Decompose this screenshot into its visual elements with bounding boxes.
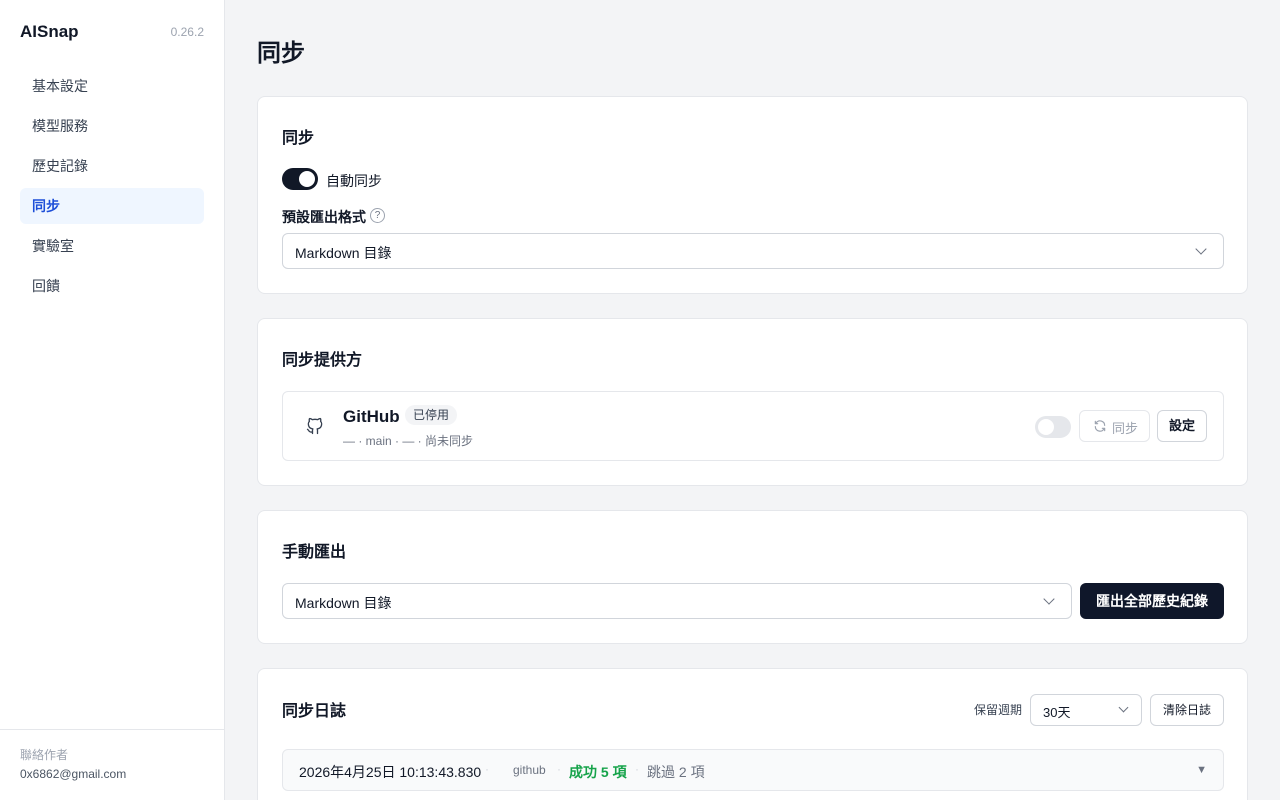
provider-row-github: GitHub 已停用 — · main · — · 尚未同步 同步 設定: [282, 391, 1224, 461]
clear-log-button[interactable]: 清除日誌: [1150, 694, 1224, 726]
sync-log-title: 同步日誌: [282, 703, 347, 720]
provider-settings-button[interactable]: 設定: [1157, 410, 1207, 442]
brand-row: AISnap 0.26.2: [20, 22, 204, 42]
default-format-select[interactable]: Markdown 目錄: [282, 233, 1224, 269]
retention-value: 30天: [1043, 705, 1071, 720]
separator-dot: ·: [557, 762, 561, 776]
retention-label: 保留週期: [974, 703, 1023, 717]
sidebar-nav: 基本設定 模型服務 歷史記錄 同步 實驗室 回饋: [20, 68, 204, 308]
expand-caret-icon: ▼: [1196, 764, 1207, 776]
sidebar-item-general[interactable]: 基本設定: [20, 68, 204, 104]
help-icon[interactable]: ?: [370, 208, 385, 223]
provider-name: GitHub: [343, 407, 400, 426]
log-provider: github: [513, 763, 546, 777]
sync-card-title: 同步: [282, 130, 315, 147]
sync-log-card: 同步日誌 保留週期 30天 清除日誌 2026年4月25日 10:13:43.8…: [257, 668, 1248, 800]
export-format-select[interactable]: Markdown 目錄: [282, 583, 1072, 619]
sidebar-item-history[interactable]: 歷史記錄: [20, 148, 204, 184]
log-skipped-count: 跳過 2 項: [647, 764, 705, 780]
app-version: 0.26.2: [170, 25, 204, 39]
chevron-down-icon: [1195, 243, 1207, 255]
sidebar-item-models[interactable]: 模型服務: [20, 108, 204, 144]
log-success-count: 成功 5 項: [569, 764, 627, 780]
chevron-down-icon: [1043, 593, 1055, 605]
export-all-history-button[interactable]: 匯出全部歷史紀錄: [1080, 583, 1224, 619]
manual-export-card: 手動匯出 Markdown 目錄 匯出全部歷史紀錄: [257, 510, 1248, 644]
sidebar-item-lab[interactable]: 實驗室: [20, 228, 204, 264]
sidebar-footer: 聯絡作者 0x6862@gmail.com: [0, 729, 224, 800]
status-badge: 已停用: [405, 405, 458, 425]
contact-email[interactable]: 0x6862@gmail.com: [20, 767, 126, 781]
toggle-knob: [299, 171, 315, 187]
default-format-label: 預設匯出格式: [282, 209, 366, 225]
toggle-knob: [1038, 419, 1054, 435]
sync-button-label: 同步: [1112, 421, 1139, 436]
app-name: AISnap: [20, 22, 79, 41]
provider-sync-button[interactable]: 同步: [1079, 410, 1150, 442]
provider-enable-toggle[interactable]: [1035, 416, 1071, 438]
retention-select[interactable]: 30天: [1030, 694, 1142, 726]
log-entry-row[interactable]: 2026年4月25日 10:13:43.830 · github · 成功 5 …: [282, 749, 1224, 791]
provider-meta: — · main · — · 尚未同步: [343, 434, 474, 448]
default-format-value: Markdown 目錄: [295, 245, 392, 261]
sidebar-item-feedback[interactable]: 回饋: [20, 268, 204, 304]
sync-settings-card: 同步 自動同步 預設匯出格式 ? Markdown 目錄: [257, 96, 1248, 294]
page-title: 同步: [257, 40, 305, 67]
sync-providers-card: 同步提供方 GitHub 已停用 — · main · — · 尚未同步 同步 …: [257, 318, 1248, 486]
sidebar-item-sync[interactable]: 同步: [20, 188, 204, 224]
contact-label: 聯絡作者: [20, 748, 69, 762]
separator-dot: ·: [635, 762, 639, 776]
sidebar: AISnap 0.26.2 基本設定 模型服務 歷史記錄 同步 實驗室 回饋 聯…: [0, 0, 225, 800]
log-timestamp: 2026年4月25日 10:13:43.830: [299, 764, 482, 780]
refresh-icon: [1094, 420, 1106, 432]
separator-dot: ·: [485, 762, 489, 776]
github-icon: [306, 417, 323, 435]
export-format-value: Markdown 目錄: [295, 595, 392, 611]
auto-sync-label: 自動同步: [326, 173, 382, 189]
chevron-down-icon: [1118, 702, 1129, 713]
auto-sync-toggle[interactable]: [282, 168, 318, 190]
manual-export-title: 手動匯出: [282, 544, 347, 561]
providers-card-title: 同步提供方: [282, 352, 363, 369]
